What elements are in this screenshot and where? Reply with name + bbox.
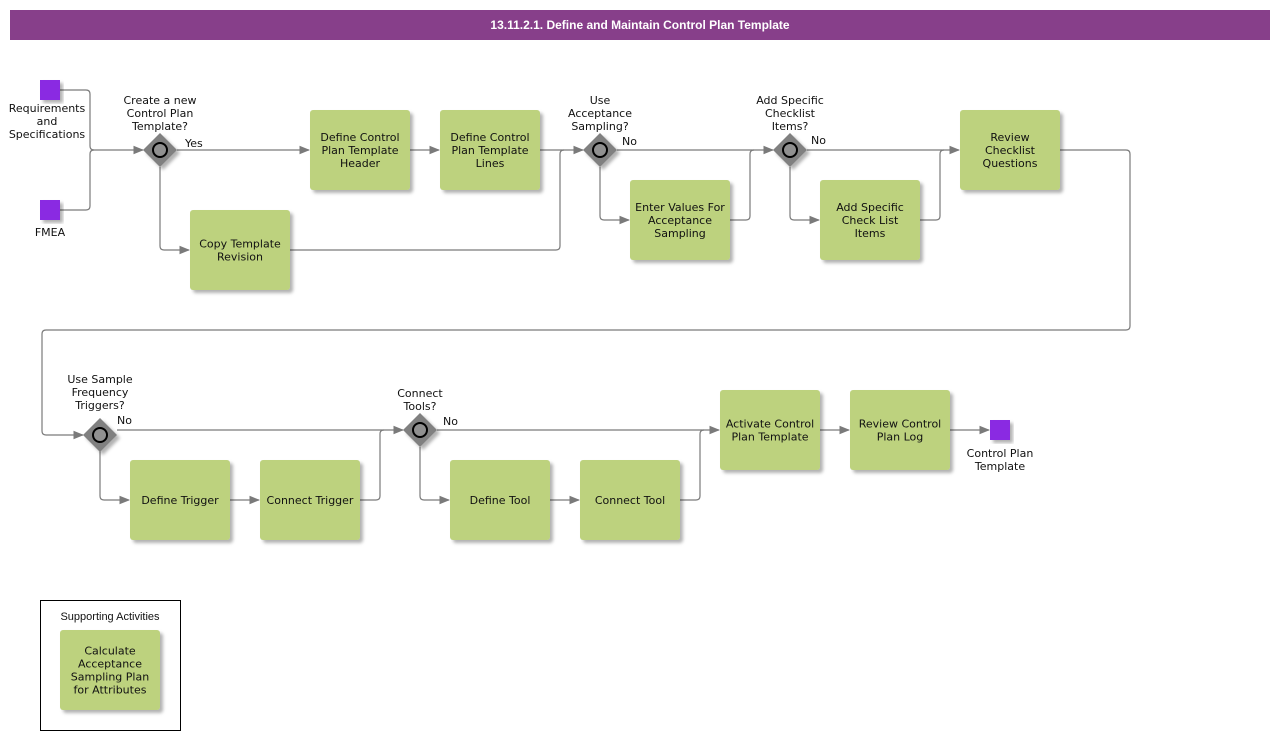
task-header[interactable]: Define ControlPlan TemplateHeader	[310, 110, 410, 190]
gateway-question: Tools?	[403, 400, 437, 413]
connector	[159, 167, 191, 255]
task-label: Plan Template	[321, 144, 398, 157]
task-label: Review Control	[859, 418, 942, 431]
gateway-gw2[interactable]: UseAcceptanceSampling? No	[568, 94, 637, 167]
task-label: Acceptance	[78, 658, 142, 671]
task-label: Calculate	[84, 645, 136, 658]
connector	[730, 149, 755, 221]
connector	[360, 429, 385, 501]
event-label: and	[37, 115, 58, 128]
task-calc[interactable]: CalculateAcceptanceSampling Planfor Attr…	[60, 630, 160, 710]
gateway-question: Acceptance	[568, 107, 632, 120]
task-review-q[interactable]: ReviewChecklistQuestions	[960, 110, 1060, 190]
branch-label: Yes	[184, 137, 203, 150]
gateway-question: Template?	[131, 120, 188, 133]
task-conn-tool[interactable]: Connect Tool	[580, 460, 680, 540]
task-label: Plan Template	[731, 431, 808, 444]
event-square-icon	[990, 420, 1010, 440]
branch-label: No	[117, 414, 132, 427]
task-label: Sampling Plan	[71, 671, 149, 684]
gateway-gw1[interactable]: Create a newControl PlanTemplate? Yes	[123, 94, 203, 167]
event-label: Template	[974, 460, 1025, 473]
task-copy[interactable]: Copy TemplateRevision	[190, 210, 290, 290]
gateway-question: Triggers?	[74, 399, 125, 412]
gateway-question: Connect	[397, 387, 443, 400]
task-def-tool[interactable]: Define Tool	[450, 460, 550, 540]
task-label: Activate Control	[726, 418, 814, 431]
gateway-question: Frequency	[72, 386, 129, 399]
event-square-icon	[40, 200, 60, 220]
connector	[99, 447, 131, 505]
task-label: Plan Log	[877, 431, 924, 444]
gateway-circle-icon	[152, 142, 168, 158]
connector	[419, 447, 451, 505]
task-label: Acceptance	[648, 214, 712, 227]
connector	[920, 149, 945, 221]
task-label: Sampling	[654, 227, 706, 240]
task-label: Check List	[842, 214, 899, 227]
task-accept[interactable]: Enter Values ForAcceptanceSampling	[630, 180, 730, 260]
event-square-icon	[40, 80, 60, 100]
gateway-gw3[interactable]: Add SpecificChecklistItems?No	[756, 94, 826, 167]
connector	[41, 149, 1131, 440]
event-fmea[interactable]: FMEA	[35, 200, 66, 239]
task-lines[interactable]: Define ControlPlan TemplateLines	[440, 110, 540, 190]
event-req[interactable]: RequirementsandSpecifications	[9, 80, 86, 141]
gateway-circle-icon	[782, 142, 798, 158]
task-label: Add Specific	[836, 201, 904, 214]
event-label: Specifications	[9, 128, 86, 141]
task-label: Revision	[217, 251, 263, 264]
task-conn-trigger[interactable]: Connect Trigger	[260, 460, 360, 540]
gateway-question: Items?	[772, 120, 809, 133]
task-label: Review	[990, 131, 1029, 144]
task-label: Lines	[476, 157, 505, 170]
gateway-question: Use	[590, 94, 611, 107]
gateway-question: Checklist	[765, 107, 816, 120]
supporting-title: Supporting Activities	[60, 611, 160, 623]
task-label: Connect Tool	[595, 494, 665, 507]
gateway-circle-icon	[592, 142, 608, 158]
gateway-question: Add Specific	[756, 94, 824, 107]
task-label: Checklist	[985, 144, 1036, 157]
gateway-question: Create a new	[123, 94, 196, 107]
task-label: Header	[340, 157, 381, 170]
task-label: Define Tool	[470, 494, 531, 507]
connector	[599, 167, 631, 225]
process-diagram: Define ControlPlan TemplateHeaderDefine …	[9, 80, 1131, 731]
task-label: Questions	[983, 157, 1038, 170]
task-label: Define Trigger	[141, 494, 219, 507]
task-label: Enter Values For	[635, 201, 725, 214]
branch-label: No	[622, 135, 637, 148]
gateway-gw5[interactable]: ConnectTools? No	[397, 387, 458, 447]
task-label: Items	[855, 227, 886, 240]
task-activate[interactable]: Activate ControlPlan Template	[720, 390, 820, 470]
task-label: for Attributes	[74, 684, 147, 697]
connector	[680, 429, 705, 501]
task-review-log[interactable]: Review ControlPlan Log	[850, 390, 950, 470]
event-label: Requirements	[9, 102, 86, 115]
event-end[interactable]: Control PlanTemplate	[967, 420, 1034, 473]
task-label: Connect Trigger	[267, 494, 354, 507]
connector	[60, 149, 95, 211]
gateway-circle-icon	[412, 422, 428, 438]
gateway-question: Use Sample	[67, 373, 133, 386]
event-label: Control Plan	[967, 447, 1034, 460]
event-label: FMEA	[35, 226, 66, 239]
gateway-gw4[interactable]: Use SampleFrequencyTriggers? No	[67, 373, 133, 452]
gateway-circle-icon	[92, 427, 108, 443]
task-label: Copy Template	[199, 238, 281, 251]
task-label: Define Control	[450, 131, 529, 144]
gateway-question: Sampling?	[571, 120, 628, 133]
task-label: Define Control	[320, 131, 399, 144]
branch-label: No	[811, 134, 826, 147]
task-checkitems[interactable]: Add SpecificCheck ListItems	[820, 180, 920, 260]
connector	[789, 167, 821, 225]
branch-label: No	[443, 415, 458, 428]
gateway-question: Control Plan	[127, 107, 194, 120]
task-label: Plan Template	[451, 144, 528, 157]
task-def-trigger[interactable]: Define Trigger	[130, 460, 230, 540]
